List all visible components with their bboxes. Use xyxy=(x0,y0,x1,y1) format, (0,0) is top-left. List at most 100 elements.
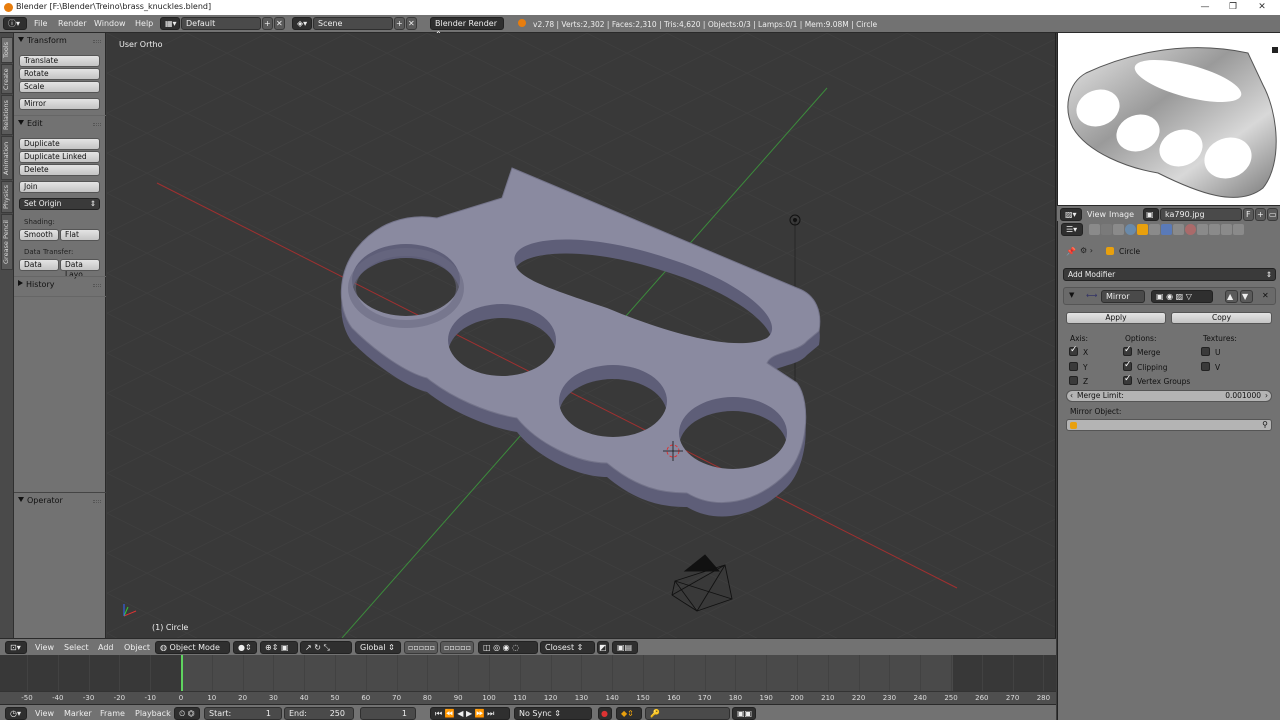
axis-z-checkbox[interactable] xyxy=(1069,376,1078,385)
translate-button[interactable]: Translate xyxy=(19,55,100,67)
image-editor[interactable] xyxy=(1057,33,1280,205)
keying-set-field[interactable]: 🔑 xyxy=(645,707,730,720)
current-frame-field[interactable]: 1 xyxy=(360,707,416,720)
copy-button[interactable]: Copy xyxy=(1171,312,1272,324)
eyedropper-icon[interactable]: ⚲ xyxy=(1262,420,1268,429)
close-button[interactable]: ✕ xyxy=(1254,1,1270,13)
menu-image[interactable]: Image xyxy=(1109,210,1134,219)
opengl-render-icons[interactable]: ▣▤ xyxy=(612,641,638,654)
3d-viewport[interactable]: User Ortho (1) Circle xyxy=(107,33,1056,638)
delete-layout-icon[interactable]: ✕ xyxy=(274,17,285,30)
transform-orientation-select[interactable]: Global ⇕ xyxy=(355,641,401,654)
fake-user-button[interactable]: F xyxy=(1243,208,1254,221)
pivot-point-select[interactable]: ⊕⇕ ▣ xyxy=(260,641,298,654)
menu-frame[interactable]: Frame xyxy=(100,709,125,718)
menu-file[interactable]: File xyxy=(34,19,47,28)
menu-help[interactable]: Help xyxy=(135,19,153,28)
history-panel-header[interactable]: History xyxy=(18,280,54,289)
add-layout-icon[interactable]: + xyxy=(262,17,273,30)
menu-render[interactable]: Render xyxy=(58,19,86,28)
constraints-tab-icon[interactable] xyxy=(1149,224,1160,235)
keying-buttons[interactable]: ▣▣ xyxy=(732,707,756,720)
menu-image-view[interactable]: View xyxy=(1087,210,1106,219)
duplicate-button[interactable]: Duplicate xyxy=(19,138,100,150)
scene-tab-icon[interactable] xyxy=(1113,224,1124,235)
merge-checkbox[interactable] xyxy=(1123,345,1132,356)
keyframe-icon[interactable]: ◆⇕ xyxy=(616,707,642,720)
render-layers-tab-icon[interactable] xyxy=(1101,224,1112,235)
remove-modifier-icon[interactable]: ✕ xyxy=(1262,291,1269,300)
region-corner-icon[interactable] xyxy=(1272,47,1278,53)
pin-icon[interactable]: 📌 xyxy=(1066,247,1076,256)
physics-tab-icon[interactable] xyxy=(1221,224,1232,235)
texture-tab-icon[interactable] xyxy=(1197,224,1208,235)
merge-limit-field[interactable]: ‹ Merge Limit: 0.001000 › xyxy=(1066,390,1272,402)
scene-field[interactable]: Scene xyxy=(313,17,393,30)
panel-grip-icon[interactable] xyxy=(93,284,101,287)
menu-timeline-view[interactable]: View xyxy=(35,709,54,718)
timeline-ruler[interactable]: -50 -40 -30 -20 -10 0 10 20 30 40 50 60 70 80 90 100 110… xyxy=(0,691,1056,704)
rotate-button[interactable]: Rotate xyxy=(19,68,100,80)
timeline[interactable]: -50 -40 -30 -20 -10 0 10 20 30 40 50 60 70 80 90 100 110… xyxy=(0,655,1056,704)
render-tab-icon[interactable] xyxy=(1089,224,1100,235)
screen-layout-field[interactable]: Default xyxy=(181,17,261,30)
manipulator-toggles[interactable]: ↗ ↻ ⤡ xyxy=(300,641,352,654)
apply-button[interactable]: Apply xyxy=(1066,312,1166,324)
menu-marker[interactable]: Marker xyxy=(64,709,92,718)
playback-controls[interactable]: ⏮ ⏪ ◀ ▶ ⏩ ⏭ xyxy=(430,707,510,720)
texture-v-checkbox[interactable] xyxy=(1201,362,1210,371)
tab-relations[interactable]: Relations xyxy=(1,95,13,135)
scene-icon[interactable]: ◈▾ xyxy=(292,17,312,30)
preview-range-icon[interactable]: ⏲ ⏣ xyxy=(174,707,200,720)
modifiers-tab-icon[interactable] xyxy=(1161,224,1172,235)
menu-playback[interactable]: Playback xyxy=(135,709,171,718)
mirror-object-field[interactable]: ⚲ xyxy=(1066,419,1272,431)
edit-panel-header[interactable]: Edit xyxy=(18,119,43,128)
material-tab-icon[interactable] xyxy=(1185,224,1196,235)
layers-grid-2[interactable]: ▫▫▫▫▫ xyxy=(440,641,474,654)
image-browse-icon[interactable]: ▣ xyxy=(1143,208,1159,221)
tab-grease-pencil[interactable]: Grease Pencil xyxy=(1,214,13,270)
tab-tools[interactable]: Tools xyxy=(1,37,13,63)
panel-grip-icon[interactable] xyxy=(93,500,101,503)
world-tab-icon[interactable] xyxy=(1125,224,1136,235)
render-engine-select[interactable]: Blender Render ⇕ xyxy=(430,17,504,39)
data-layout-button[interactable]: Data Layo xyxy=(60,259,100,279)
editor-type-3d-icon[interactable]: ⊡▾ xyxy=(5,641,27,654)
object-tab-icon[interactable] xyxy=(1137,224,1148,235)
extra-tab-icon[interactable] xyxy=(1233,224,1244,235)
modifier-name-field[interactable]: Mirror xyxy=(1101,290,1145,303)
minimize-button[interactable]: — xyxy=(1197,1,1213,13)
proportional-edit-toggles[interactable]: ◫ ◎ ◉ ◌ xyxy=(478,641,538,654)
operator-panel-header[interactable]: Operator xyxy=(18,496,63,505)
menu-add[interactable]: Add xyxy=(98,643,114,652)
editor-type-timeline-icon[interactable]: ◷▾ xyxy=(5,707,27,720)
tab-create[interactable]: Create xyxy=(1,64,13,94)
layers-grid-1[interactable]: ▫▫▫▫▫ xyxy=(404,641,438,654)
vertex-groups-checkbox[interactable] xyxy=(1123,374,1132,385)
modifier-display-toggles[interactable]: ▣ ◉ ▨ ▽ xyxy=(1151,290,1213,303)
open-image-icon[interactable]: ▭ xyxy=(1267,208,1278,221)
tab-animation[interactable]: Animation xyxy=(1,136,13,180)
set-origin-select[interactable]: Set Origin ⇕ xyxy=(19,198,100,210)
panel-grip-icon[interactable] xyxy=(93,40,101,43)
add-modifier-select[interactable]: Add Modifier ⇕ xyxy=(1063,268,1276,281)
maximize-button[interactable]: ❐ xyxy=(1225,1,1241,13)
end-frame-field[interactable]: End: 250 xyxy=(284,707,354,720)
image-name-field[interactable]: ka790.jpg xyxy=(1160,208,1242,221)
data-transfer-button[interactable]: Data xyxy=(19,259,59,271)
panel-grip-icon[interactable] xyxy=(93,123,101,126)
move-up-icon[interactable]: ▲ xyxy=(1225,290,1238,303)
clipping-checkbox[interactable] xyxy=(1123,360,1132,371)
particles-tab-icon[interactable] xyxy=(1209,224,1220,235)
start-frame-field[interactable]: Start: 1 xyxy=(204,707,282,720)
editor-type-image-icon[interactable]: ▨▾ xyxy=(1060,208,1082,221)
menu-select[interactable]: Select xyxy=(64,643,89,652)
snap-align-icon[interactable]: ◩ xyxy=(597,641,609,654)
mode-select[interactable]: ◍ Object Mode ⇕ xyxy=(155,641,230,663)
move-down-icon[interactable]: ▼ xyxy=(1240,290,1253,303)
current-frame-marker[interactable] xyxy=(181,655,183,691)
texture-u-checkbox[interactable] xyxy=(1201,347,1210,356)
tab-physics[interactable]: Physics xyxy=(1,181,13,213)
layout-grid-icon[interactable]: ▦▾ xyxy=(160,17,180,30)
